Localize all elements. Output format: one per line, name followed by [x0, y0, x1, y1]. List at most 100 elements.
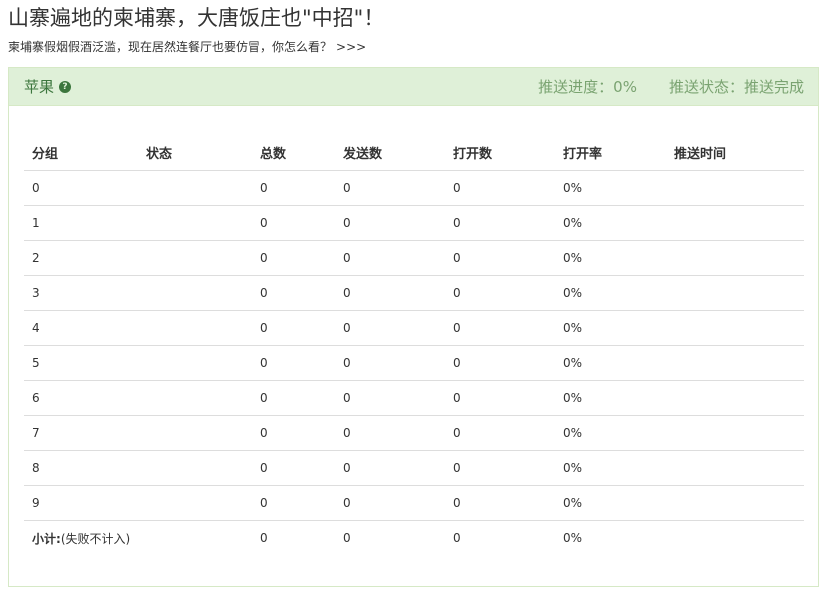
cell-total: 0: [252, 345, 335, 381]
cell-total: 0: [252, 415, 335, 451]
table-row: 0 0 0 0 0%: [24, 171, 804, 206]
push-progress: 推送进度：0%: [538, 76, 637, 97]
column-header-opened: 打开数: [445, 134, 555, 171]
cell-push-time: [666, 275, 804, 311]
cell-sent: 0: [335, 275, 445, 311]
cell-opened: 0: [445, 380, 555, 416]
cell-status: [138, 345, 252, 381]
push-progress-value: 0%: [613, 78, 637, 96]
cell-status: [138, 415, 252, 451]
table-row: 3 0 0 0 0%: [24, 275, 804, 311]
question-circle-icon[interactable]: ?: [59, 80, 72, 93]
cell-status: [138, 171, 252, 206]
subtotal-sent: 0: [335, 520, 445, 555]
cell-open-rate: 0%: [563, 181, 583, 195]
cell-sent: 0: [335, 415, 445, 451]
cell-status: [138, 205, 252, 241]
cell-opened: 0: [445, 205, 555, 241]
cell-group: 3: [24, 275, 138, 311]
cell-opened: 0: [445, 310, 555, 346]
cell-opened: 0: [453, 181, 461, 195]
cell-group: 9: [24, 485, 138, 521]
subtotal-open-rate: 0%: [555, 520, 666, 555]
cell-push-time: [666, 240, 804, 276]
cell-open-rate: 0%: [555, 450, 666, 486]
cell-open-rate: 0%: [555, 205, 666, 241]
cell-status: [138, 380, 252, 416]
cell-group: 0: [32, 181, 40, 195]
table-row: 6 0 0 0 0%: [24, 380, 804, 416]
cell-push-time: [666, 310, 804, 346]
cell-total: 0: [252, 205, 335, 241]
cell-group: 2: [24, 240, 138, 276]
cell-open-rate: 0%: [555, 240, 666, 276]
cell-open-rate: 0%: [555, 415, 666, 451]
cell-opened: 0: [445, 415, 555, 451]
push-progress-label: 推送进度：: [538, 78, 614, 96]
cell-total: 0: [252, 380, 335, 416]
cell-group: 7: [24, 415, 138, 451]
cell-open-rate: 0%: [555, 310, 666, 346]
column-header-sent: 发送数: [335, 134, 445, 171]
column-header-push-time: 推送时间: [666, 134, 804, 171]
cell-sent: 0: [335, 485, 445, 521]
cell-sent: 0: [335, 205, 445, 241]
cell-push-time: [666, 380, 804, 416]
push-status-label: 推送状态：: [668, 78, 744, 96]
column-header-open-rate: 打开率: [555, 134, 666, 171]
article-subtitle[interactable]: 柬埔寨假烟假酒泛滥，现在居然连餐厅也要仿冒，你怎么看？ >>>: [8, 38, 366, 56]
cell-sent: 0: [335, 240, 445, 276]
push-status-value: 推送完成: [743, 78, 804, 96]
table-row: 1 0 0 0 0%: [24, 205, 804, 241]
cell-opened: 0: [445, 240, 555, 276]
panel-title-text: 苹果: [24, 78, 55, 96]
subtotal-label: 小计:(失败不计入): [24, 520, 252, 555]
cell-sent: 0: [335, 380, 445, 416]
cell-open-rate: 0%: [555, 485, 666, 521]
column-header-status: 状态: [138, 134, 252, 171]
cell-group: 1: [24, 205, 138, 241]
cell-push-time: [666, 171, 804, 206]
cell-group: 5: [24, 345, 138, 381]
table-row: 5 0 0 0 0%: [24, 345, 804, 381]
article-subtitle-text[interactable]: 柬埔寨假烟假酒泛滥，现在居然连餐厅也要仿冒，你怎么看？: [8, 40, 332, 54]
panel-body: 分组 状态 总数 发送数 打开数 打开率 推送时间 0 0 0 0 0% 1 0…: [9, 106, 818, 555]
cell-status: [138, 485, 252, 521]
cell-push-time: [666, 485, 804, 521]
cell-sent: 0: [335, 345, 445, 381]
cell-open-rate: 0%: [555, 345, 666, 381]
cell-status: [138, 310, 252, 346]
cell-total: 0: [260, 181, 268, 195]
cell-total: 0: [252, 450, 335, 486]
more-link[interactable]: >>>: [336, 40, 366, 54]
cell-total: 0: [252, 240, 335, 276]
cell-group: 6: [24, 380, 138, 416]
subtotal-label-note: (失败不计入): [60, 531, 131, 546]
table-row: 2 0 0 0 0%: [24, 240, 804, 276]
cell-group: 4: [24, 310, 138, 346]
cell-total: 0: [252, 310, 335, 346]
table-row: 7 0 0 0 0%: [24, 415, 804, 451]
cell-opened: 0: [445, 345, 555, 381]
cell-total: 0: [252, 485, 335, 521]
article-title[interactable]: 山寨遍地的柬埔寨，大唐饭庄也"中招"！: [8, 4, 384, 32]
cell-push-time: [666, 415, 804, 451]
column-header-group: 分组: [24, 134, 138, 171]
cell-push-time: [666, 345, 804, 381]
push-stats-panel: 苹果 ? 推送进度：0% 推送状态：推送完成 分组 状态 总数 发送数 打开数 …: [8, 67, 819, 587]
cell-total: 0: [252, 275, 335, 311]
cell-open-rate: 0%: [555, 380, 666, 416]
panel-heading: 苹果 ? 推送进度：0% 推送状态：推送完成: [9, 68, 818, 106]
cell-sent: 0: [343, 181, 351, 195]
cell-opened: 0: [445, 450, 555, 486]
panel-title: 苹果 ?: [24, 76, 72, 97]
cell-group: 8: [24, 450, 138, 486]
subtotal-label-bold: 小计:: [32, 531, 61, 546]
table-row: 8 0 0 0 0%: [24, 450, 804, 486]
table-header-row: 分组 状态 总数 发送数 打开数 打开率 推送时间: [24, 134, 804, 171]
cell-status: [138, 450, 252, 486]
cell-open-rate: 0%: [555, 275, 666, 311]
cell-status: [138, 275, 252, 311]
cell-push-time: [666, 450, 804, 486]
cell-opened: 0: [445, 485, 555, 521]
